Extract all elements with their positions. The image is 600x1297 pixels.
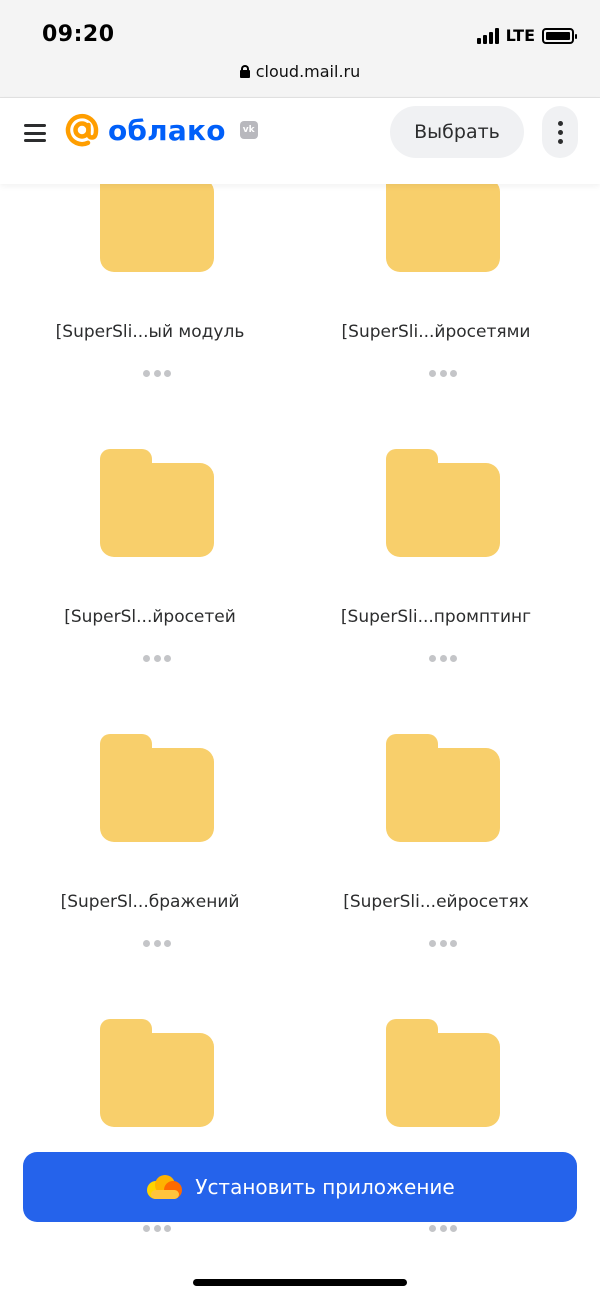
folder-item[interactable]: [SuperSl...йросетей <box>0 364 300 662</box>
folder-name: [SuperSl...йросетей <box>64 607 236 627</box>
battery-icon <box>542 27 577 44</box>
folder-name: [SuperSli...ый модуль <box>55 322 245 342</box>
install-app-button[interactable]: Установить приложение <box>23 1152 577 1222</box>
folder-icon <box>100 449 214 557</box>
folder-item[interactable]: [SuperSli...ейросетях <box>286 649 586 947</box>
status-time: 09:20 <box>42 22 115 47</box>
folder-item[interactable]: [SuperSl...бражений <box>0 649 300 947</box>
app-cloud-icon <box>147 1175 183 1199</box>
folder-name: [SuperSl...бражений <box>60 892 240 912</box>
install-app-label: Установить приложение <box>195 1175 455 1199</box>
folder-icon <box>386 1019 500 1127</box>
folder-more-icon[interactable] <box>429 1224 457 1232</box>
hamburger-menu-icon[interactable] <box>24 124 46 142</box>
folder-icon <box>386 449 500 557</box>
logo-text: облако <box>108 113 226 147</box>
folder-more-icon[interactable] <box>143 1224 171 1232</box>
folder-item[interactable]: [SuperSli...промптинг <box>286 364 586 662</box>
app-header: облако vk Выбрать <box>0 98 600 184</box>
lock-icon <box>239 65 250 78</box>
at-sign-logo-icon <box>65 113 99 147</box>
folder-name: [SuperSli...йросетями <box>341 322 531 342</box>
folder-name: [SuperSli...промптинг <box>340 607 532 627</box>
folder-icon <box>386 734 500 842</box>
screen: 09:20 LTE cloud.mail.ru облако vk Выбрат… <box>0 0 600 1297</box>
folder-name: [SuperSli...ейросетях <box>343 892 529 912</box>
folder-icon <box>100 734 214 842</box>
home-indicator <box>193 1279 407 1286</box>
more-options-icon[interactable] <box>542 106 578 158</box>
network-type: LTE <box>505 26 535 45</box>
status-indicators: LTE <box>476 26 577 45</box>
select-button[interactable]: Выбрать <box>390 106 524 158</box>
vk-badge-icon: vk <box>239 121 258 139</box>
folder-icon <box>100 1019 214 1127</box>
signal-icon <box>476 27 499 44</box>
cloud-logo[interactable]: облако vk <box>64 112 258 148</box>
